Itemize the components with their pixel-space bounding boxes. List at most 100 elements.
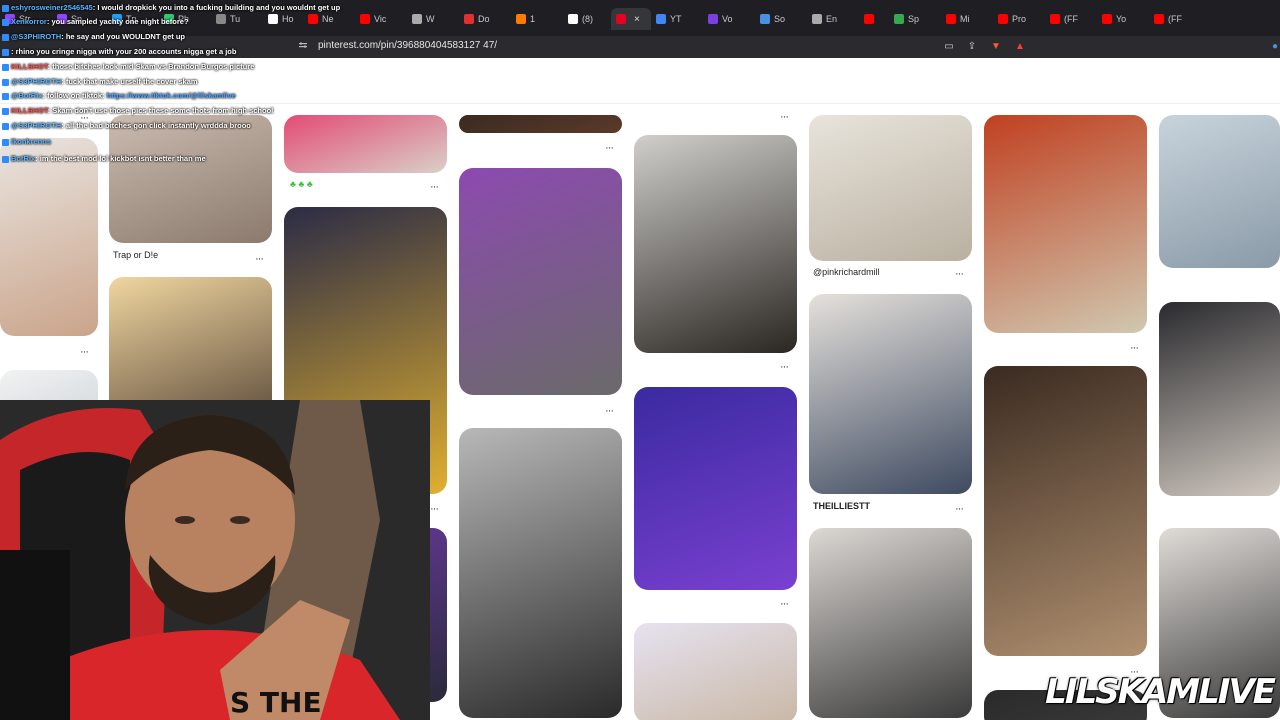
cast-icon[interactable]: ▭ — [942, 40, 956, 54]
share-icon[interactable]: ⇪ — [965, 40, 979, 54]
pin-image[interactable] — [284, 115, 447, 173]
browser-tab[interactable]: W — [407, 8, 459, 30]
pin-more-options-icon[interactable]: ··· — [780, 361, 789, 373]
browser-tab[interactable]: × — [611, 8, 651, 30]
pin-more-options-icon[interactable]: ··· — [80, 346, 89, 358]
tab-favicon-icon — [812, 14, 822, 24]
pin-emoji-row: ♣ ♣ ♣ — [290, 179, 313, 189]
pin-image[interactable] — [984, 366, 1147, 656]
tab-favicon-icon — [1154, 14, 1164, 24]
pin-image[interactable] — [809, 528, 972, 718]
tab-label: Mi — [960, 14, 970, 24]
tab-favicon-icon — [946, 14, 956, 24]
tab-favicon-icon — [360, 14, 370, 24]
pin-image[interactable] — [809, 115, 972, 261]
browser-tab[interactable]: 1 — [511, 8, 563, 30]
browser-tab[interactable]: Vo — [703, 8, 755, 30]
pin-more-options-icon[interactable]: ··· — [80, 112, 89, 124]
pin-author-theillestt[interactable]: THEILLIESTT — [813, 501, 870, 511]
pin-image[interactable] — [1159, 115, 1280, 268]
brave-shield-icon[interactable]: ▼ — [989, 40, 1003, 54]
pin-more-options-icon[interactable]: ··· — [605, 142, 614, 154]
tab-label: Pro — [1012, 14, 1027, 24]
browser-tab[interactable]: Ho — [263, 8, 303, 30]
browser-tab[interactable]: Tp — [107, 8, 159, 30]
pin-more-options-icon[interactable]: ··· — [780, 598, 789, 610]
tab-favicon-icon — [308, 14, 318, 24]
tab-favicon-icon — [864, 14, 874, 24]
address-bar[interactable]: pinterest.com/pin/396880404583127 47/ ▭ … — [0, 36, 1280, 58]
browser-tab[interactable]: Yo — [1097, 8, 1149, 30]
pin-more-options-icon[interactable]: ··· — [955, 503, 964, 515]
tab-strip: Str Sn Tp Ph Tu Ho Ne Vic W Do 1 (8) × YT Vo So En Sp Mi Pr… — [0, 8, 1280, 30]
tab-favicon-icon — [998, 14, 1008, 24]
tab-label: Ne — [322, 14, 334, 24]
pin-more-options-icon[interactable]: ··· — [955, 268, 964, 280]
browser-tab[interactable]: (FF — [1149, 8, 1201, 30]
pinterest-header-strip — [0, 58, 1280, 104]
browser-tab[interactable]: Pro — [993, 8, 1045, 30]
tab-favicon-icon — [412, 14, 422, 24]
browser-tab[interactable]: Sn — [52, 8, 107, 30]
stream-screen: Str Sn Tp Ph Tu Ho Ne Vic W Do 1 (8) × YT Vo So En Sp Mi Pr… — [0, 0, 1280, 720]
browser-tab[interactable]: Mi — [941, 8, 993, 30]
tab-label: W — [426, 14, 435, 24]
browser-tab[interactable]: Sp — [889, 8, 941, 30]
browser-tab[interactable]: So — [755, 8, 807, 30]
rewards-icon[interactable]: ▲ — [1013, 40, 1027, 54]
tab-favicon-icon — [760, 14, 770, 24]
tab-label: So — [774, 14, 786, 24]
pin-image[interactable] — [459, 115, 622, 133]
pin-image[interactable] — [0, 138, 98, 336]
tab-favicon-icon — [568, 14, 578, 24]
tab-label: Str — [19, 14, 31, 24]
pin-more-options-icon[interactable]: ··· — [605, 405, 614, 417]
browser-tab[interactable]: Tu — [211, 8, 263, 30]
pin-image[interactable] — [634, 135, 797, 353]
pin-image[interactable] — [1159, 302, 1280, 496]
url-text[interactable]: pinterest.com/pin/396880404583127 47/ — [318, 40, 497, 51]
tab-label: Vo — [722, 14, 733, 24]
tab-favicon-icon — [164, 14, 174, 24]
pin-title-trap-or-die[interactable]: Trap or D!e — [113, 250, 158, 260]
browser-tab[interactable]: Str — [0, 8, 52, 30]
tab-label: En — [826, 14, 838, 24]
browser-tab[interactable]: En — [807, 8, 859, 30]
profile-icon[interactable]: ● — [1268, 40, 1280, 54]
pin-image[interactable] — [459, 428, 622, 718]
svg-text:S THE: S THE — [230, 686, 322, 719]
pin-image[interactable] — [634, 387, 797, 590]
pin-image[interactable] — [109, 115, 272, 243]
browser-tab[interactable]: Ph — [159, 8, 211, 30]
browser-tab[interactable]: Ne — [303, 8, 355, 30]
tab-favicon-icon — [57, 14, 67, 24]
browser-tab[interactable]: YT — [651, 8, 703, 30]
tab-favicon-icon — [894, 14, 904, 24]
pin-more-options-icon[interactable]: ··· — [780, 111, 789, 123]
tab-label: Do — [478, 14, 490, 24]
pin-more-options-icon[interactable]: ··· — [1130, 342, 1139, 354]
pin-image[interactable] — [984, 115, 1147, 333]
tab-label: Sn — [71, 14, 83, 24]
pin-image[interactable] — [459, 168, 622, 395]
browser-tab[interactable]: (8) — [563, 8, 611, 30]
pin-more-options-icon[interactable]: ··· — [430, 181, 439, 193]
tab-label: YT — [670, 14, 682, 24]
browser-tab[interactable]: Vic — [355, 8, 407, 30]
tab-label: Ho — [282, 14, 294, 24]
browser-tab-bar: Str Sn Tp Ph Tu Ho Ne Vic W Do 1 (8) × YT Vo So En Sp Mi Pr… — [0, 0, 1280, 36]
pin-image[interactable] — [634, 623, 797, 720]
tab-close-icon[interactable]: × — [634, 14, 640, 25]
pin-image[interactable] — [809, 294, 972, 494]
browser-tab[interactable]: Do — [459, 8, 511, 30]
tab-favicon-icon — [1102, 14, 1112, 24]
stream-watermark: LILSKAMLIVE — [1045, 672, 1276, 712]
pin-author-pinkrichardmill[interactable]: @pinkrichardmill — [813, 267, 880, 277]
browser-tab[interactable]: (FF — [1045, 8, 1097, 30]
tab-label: Tp — [126, 14, 137, 24]
browser-tab[interactable] — [859, 8, 889, 30]
tab-label: Vic — [374, 14, 387, 24]
site-info-icon[interactable] — [298, 41, 308, 51]
pin-more-options-icon[interactable]: ··· — [430, 503, 439, 515]
pin-more-options-icon[interactable]: ··· — [255, 253, 264, 265]
